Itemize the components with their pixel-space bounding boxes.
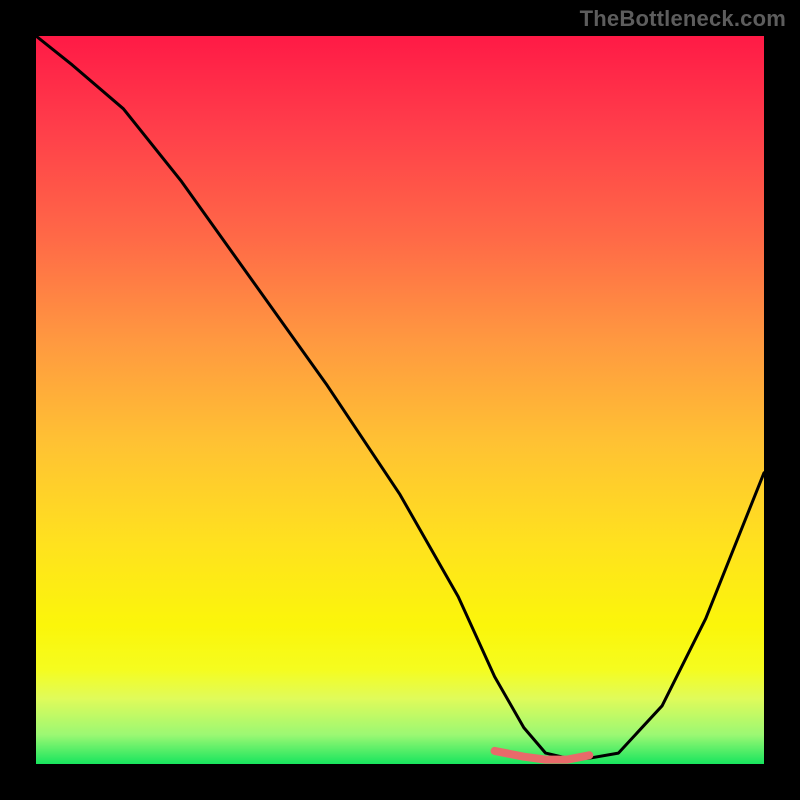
plot-area xyxy=(36,36,764,764)
highlight-segment xyxy=(495,751,590,760)
watermark-label: TheBottleneck.com xyxy=(580,6,786,32)
bottleneck-curve xyxy=(36,36,764,758)
chart-frame: TheBottleneck.com xyxy=(0,0,800,800)
curve-layer xyxy=(36,36,764,764)
